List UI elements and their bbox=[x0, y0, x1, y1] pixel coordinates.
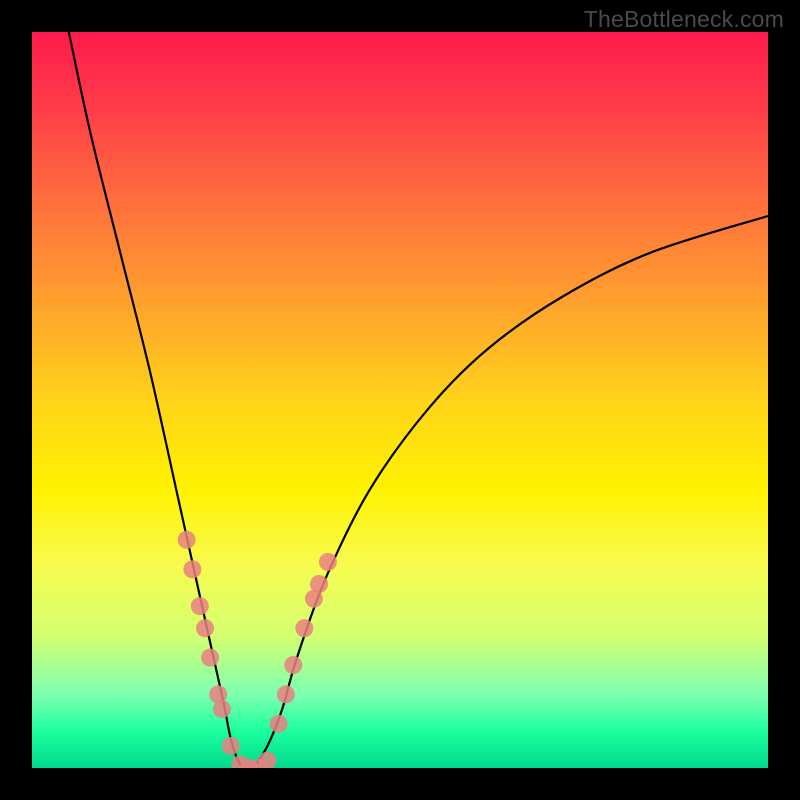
sample-point bbox=[201, 649, 219, 667]
sample-point bbox=[277, 685, 295, 703]
sample-point bbox=[270, 715, 288, 733]
chart-svg bbox=[32, 32, 768, 768]
bottleneck-curve bbox=[69, 32, 768, 768]
sample-points-group bbox=[178, 531, 337, 768]
chart-frame: TheBottleneck.com bbox=[0, 0, 800, 800]
plot-area bbox=[32, 32, 768, 768]
sample-point bbox=[295, 619, 313, 637]
sample-point bbox=[222, 737, 240, 755]
sample-point bbox=[319, 553, 337, 571]
sample-point bbox=[310, 575, 328, 593]
sample-point bbox=[196, 619, 214, 637]
sample-point bbox=[213, 700, 231, 718]
sample-point bbox=[259, 752, 277, 768]
watermark-text: TheBottleneck.com bbox=[584, 6, 784, 33]
sample-point bbox=[183, 560, 201, 578]
sample-point bbox=[191, 597, 209, 615]
sample-point bbox=[284, 656, 302, 674]
sample-point bbox=[178, 531, 196, 549]
